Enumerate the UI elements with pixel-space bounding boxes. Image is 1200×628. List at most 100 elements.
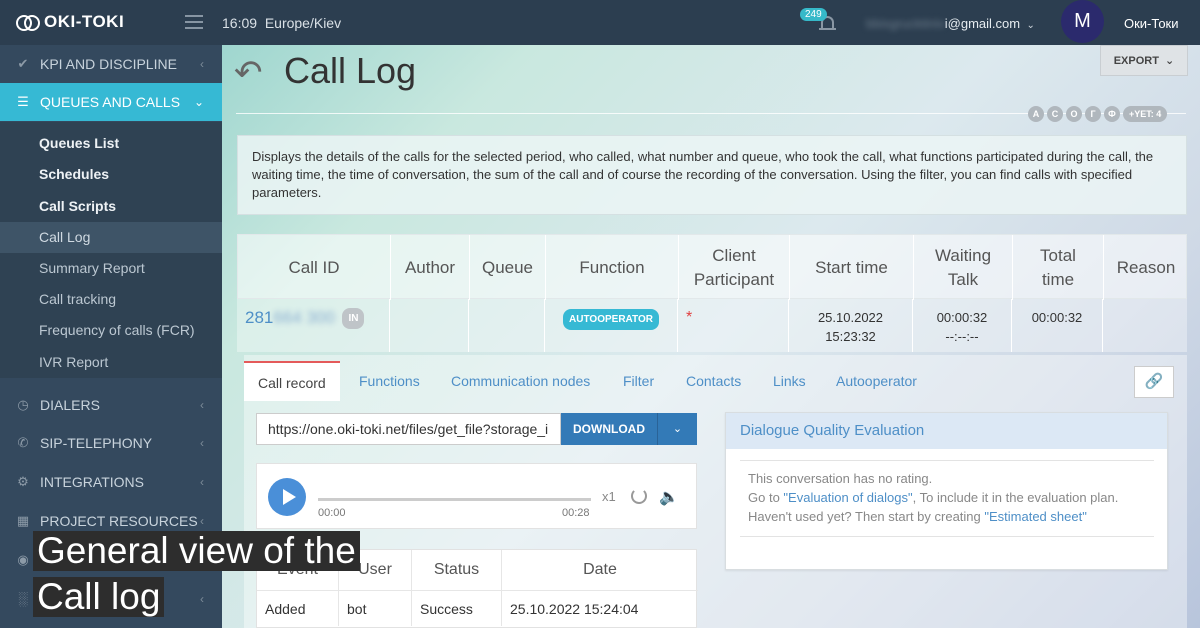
page-title: Call Log — [284, 50, 417, 91]
link-icon[interactable]: 🔗 — [1134, 366, 1174, 398]
logo[interactable]: OKI-TOKI — [16, 12, 124, 32]
sidebar-item-label: PROJECT RESOURCES — [40, 513, 198, 529]
cell-start-time: 25.10.2022 15:23:32 — [789, 299, 913, 352]
header-waiting[interactable]: Waiting Talk — [914, 235, 1013, 300]
clock: 16:09 Europe/Kiev — [222, 15, 341, 31]
cell-function: AUTOOPERATOR — [545, 299, 678, 352]
submenu-fcr[interactable]: Frequency of calls (FCR) — [0, 315, 222, 346]
export-button[interactable]: EXPORT ⌄ — [1100, 45, 1188, 76]
email-domain: i@gmail.com — [944, 16, 1021, 31]
header-waiting-line2: Talk — [947, 269, 979, 289]
menu-toggle-icon[interactable] — [185, 15, 203, 29]
header-client-line1: Client — [712, 245, 756, 265]
tab-functions[interactable]: Functions — [359, 361, 420, 401]
header-client[interactable]: Client Participant — [679, 235, 790, 300]
avatar[interactable]: M — [1061, 0, 1104, 43]
tab-contacts[interactable]: Contacts — [686, 361, 741, 401]
letter-filter: А С О Г Ф +YET: 4 — [1028, 106, 1168, 122]
play-icon[interactable] — [268, 478, 306, 516]
export-label: EXPORT — [1113, 55, 1159, 67]
submenu-ivr-report[interactable]: IVR Report — [0, 347, 222, 378]
call-id-link[interactable]: 281664 300 — [245, 308, 335, 327]
more-letters-chip[interactable]: +YET: 4 — [1123, 106, 1168, 122]
cell-call-id: 281664 300 IN — [237, 299, 390, 352]
back-arrow-icon[interactable]: ↶ — [234, 53, 263, 93]
sidebar-item-kpi[interactable]: ✔ KPI AND DISCIPLINE ‹ — [0, 45, 222, 83]
sidebar-item-queues[interactable]: ☰ QUEUES AND CALLS ⌄ — [0, 83, 222, 121]
header-total-line2: time — [1041, 269, 1075, 289]
volume-icon[interactable]: 🔈 — [659, 487, 679, 507]
download-button[interactable]: DOWNLOAD — [561, 413, 657, 445]
chevron-left-icon: ‹ — [200, 475, 204, 489]
header-total-line1: Total — [1040, 245, 1076, 265]
duration-label: 00:28 — [562, 507, 590, 519]
header-client-line2: Participant — [693, 269, 775, 289]
evaluation-link[interactable]: "Evaluation of dialogs" — [783, 490, 912, 505]
timezone: Europe/Kiev — [264, 15, 342, 31]
dialogue-quality-card: Dialogue Quality Evaluation This convers… — [725, 412, 1168, 570]
submenu-call-scripts[interactable]: Call Scripts — [0, 191, 222, 222]
user-email[interactable]: bbisgrucktinivi@gmail.com ⌄ — [866, 16, 1035, 31]
letter-chip[interactable]: С — [1047, 106, 1063, 122]
start-time: 15:23:32 — [825, 329, 876, 344]
tab-filter[interactable]: Filter — [623, 361, 654, 401]
header-call-id[interactable]: Call ID — [238, 235, 391, 300]
cell-reason — [1103, 299, 1187, 352]
main-content: ↶ Call Log EXPORT ⌄ А С О Г Ф +YET: 4 Di… — [222, 45, 1200, 628]
call-details-panel: Call record Functions Communication node… — [244, 355, 1187, 628]
submenu-queues-list[interactable]: Queues List — [0, 128, 222, 159]
submenu-summary-report[interactable]: Summary Report — [0, 253, 222, 284]
chevron-left-icon: ‹ — [200, 398, 204, 412]
header-queue[interactable]: Queue — [470, 235, 546, 300]
talk-time: --:--:-- — [945, 329, 979, 344]
table-header: Call ID Author Queue Function Client Par… — [237, 234, 1188, 300]
tab-communication-nodes[interactable]: Communication nodes — [451, 361, 590, 401]
sidebar-item-dialers[interactable]: ◷ DIALERS ‹ — [0, 386, 222, 424]
header-function[interactable]: Function — [546, 235, 679, 300]
letter-chip[interactable]: Г — [1085, 106, 1101, 122]
header-author[interactable]: Author — [391, 235, 470, 300]
speed-button[interactable]: x1 — [602, 489, 616, 504]
letter-chip[interactable]: Ф — [1104, 106, 1120, 122]
current-time: 16:09 — [222, 15, 258, 31]
log-cell-user: bot — [339, 590, 412, 626]
no-rating-text: This conversation has no rating. — [748, 471, 933, 486]
sidebar-item-sip[interactable]: ✆ SIP-TELEPHONY ‹ — [0, 424, 222, 462]
waiting-time: 00:00:32 — [936, 310, 988, 325]
sidebar-item-label: KPI AND DISCIPLINE — [40, 56, 177, 72]
tab-links[interactable]: Links — [773, 361, 806, 401]
submenu-call-tracking[interactable]: Call tracking — [0, 284, 222, 315]
notification-badge: 249 — [800, 8, 827, 21]
grid-icon: ▦ — [16, 513, 30, 528]
letter-chip[interactable]: О — [1066, 106, 1082, 122]
progress-track[interactable] — [318, 498, 591, 501]
tab-call-record[interactable]: Call record — [244, 361, 340, 401]
chevron-down-icon: ⌄ — [193, 95, 204, 109]
header-reason[interactable]: Reason — [1104, 235, 1188, 300]
submenu-call-log[interactable]: Call Log — [0, 222, 222, 253]
tab-autooperator[interactable]: Autooperator — [836, 361, 917, 401]
letter-chip[interactable]: А — [1028, 106, 1044, 122]
replay-icon[interactable] — [631, 488, 647, 504]
toggle-icon: ◉ — [17, 552, 29, 567]
header-total[interactable]: Total time — [1013, 235, 1104, 300]
submenu-schedules[interactable]: Schedules — [0, 159, 222, 190]
logo-icon — [16, 14, 40, 31]
header-waiting-line1: Waiting — [934, 245, 992, 265]
clock-icon: ◷ — [17, 397, 29, 412]
header-start-time[interactable]: Start time — [790, 235, 914, 300]
log-cell-event: Added — [257, 590, 339, 626]
username[interactable]: Оки-Токи — [1124, 16, 1179, 31]
client-required-mark: * — [686, 309, 693, 326]
cell-author — [390, 299, 469, 352]
record-url-input[interactable]: https://one.oki-toki.net/files/get_file?… — [256, 413, 561, 445]
estimated-sheet-link[interactable]: "Estimated sheet" — [984, 509, 1086, 524]
cell-queue — [469, 299, 545, 352]
logo-text: OKI-TOKI — [44, 12, 125, 31]
sidebar-item-integrations[interactable]: ⚙ INTEGRATIONS ‹ — [0, 463, 222, 501]
cell-client: * — [678, 299, 789, 352]
email-blurred: bbisgrucktiniv — [866, 16, 945, 31]
table-row[interactable]: 281664 300 IN AUTOOPERATOR * 25.10.2022 … — [237, 299, 1187, 352]
chevron-down-icon[interactable]: ⌄ — [657, 413, 697, 445]
sidebar-item-label: QUEUES AND CALLS — [40, 94, 181, 110]
